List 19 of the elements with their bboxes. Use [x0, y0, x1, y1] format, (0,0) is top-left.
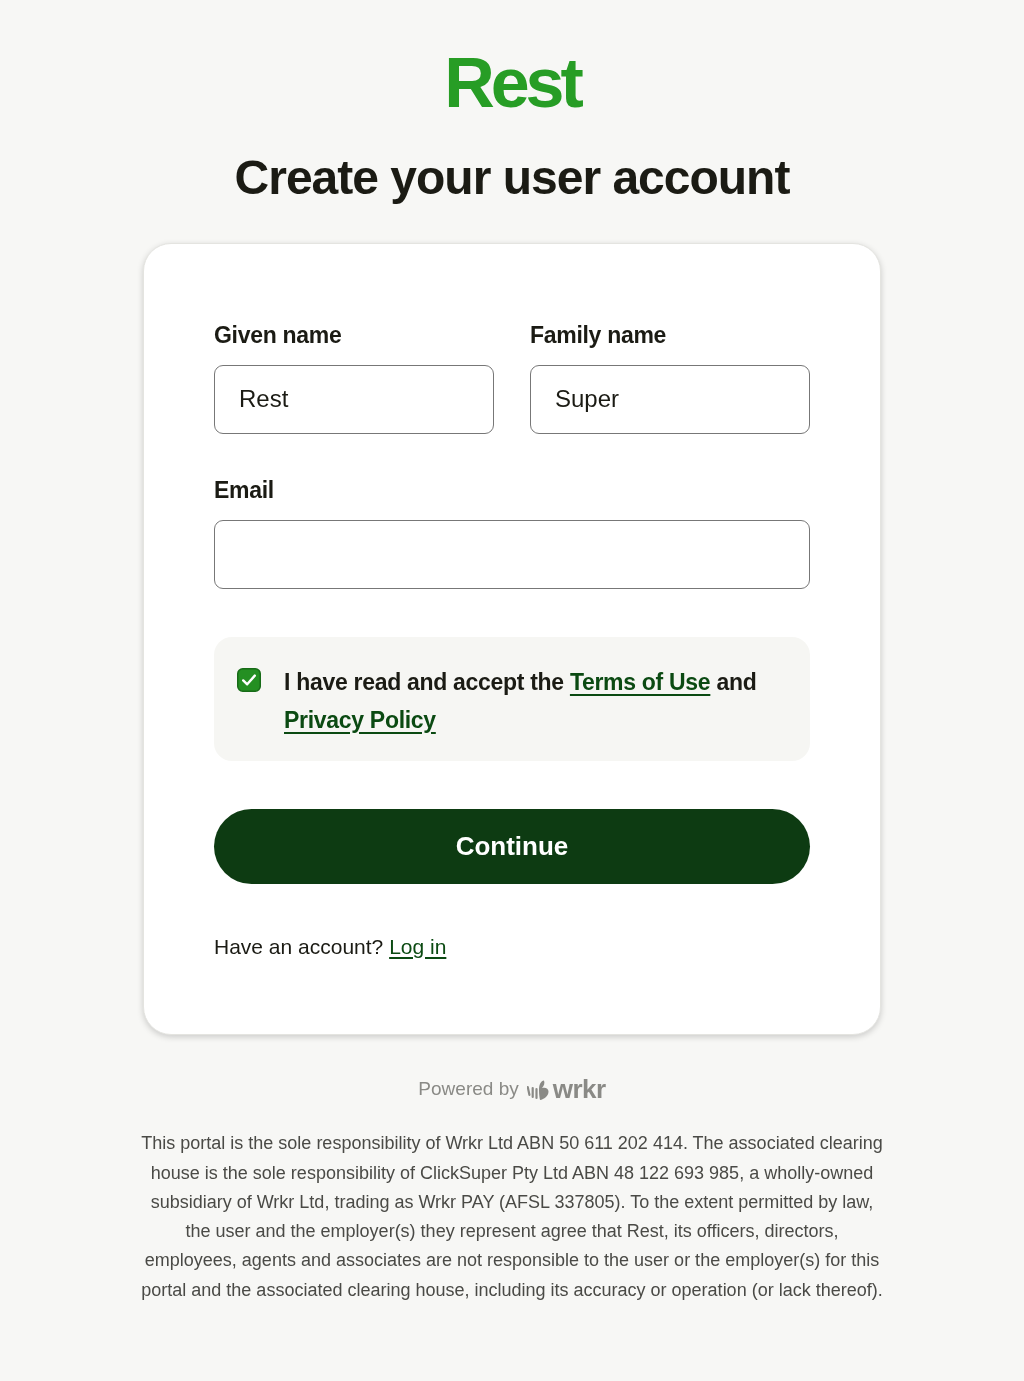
logo: Rest: [444, 48, 580, 118]
privacy-link[interactable]: Privacy Policy: [284, 706, 436, 733]
checkbox[interactable]: [237, 667, 261, 692]
sprout-icon: [526, 1080, 549, 1103]
given-name-field[interactable]: Rest: [214, 364, 494, 434]
terms-link[interactable]: Terms of Use: [569, 668, 711, 695]
login-link[interactable]: Log in: [389, 934, 447, 958]
disclaimer-text: This portal is the sole responsibility of Wrkr Ltd ABN 50 611 202 414. The associated clearing house is the sole responsibility of ClickSuper Pty Ltd ABN 48 122 693 985, a wholly-owned subsidiary of Wrkr Ltd, trading as Wrkr PAY (AFSL 337805). To the extent permitted by law, the user and the employer(s) they represent agree that Rest, its officers, directors, employees, agents and associates are not responsible to the user or the employer(s) for this portal and the associated clearing house, including its accuracy or operation (or lack thereof).: [140, 1132, 884, 1302]
continue-button[interactable]: Continue: [214, 808, 810, 884]
wrkr-logo: wrkr: [552, 1076, 606, 1103]
consent-text: I have read and accept the Terms of Use and Privacy Policy: [284, 667, 758, 735]
email-field[interactable]: [214, 519, 810, 589]
field-label: Email: [214, 475, 275, 505]
login-prompt: Have an account? Log in: [214, 933, 448, 960]
field-label: Given name: [214, 320, 343, 350]
powered-by-text: Powered by: [418, 1076, 519, 1101]
field-label: Family name: [530, 320, 668, 350]
family-name-field[interactable]: Super: [530, 364, 810, 434]
page-title: Create your user account: [233, 152, 791, 205]
